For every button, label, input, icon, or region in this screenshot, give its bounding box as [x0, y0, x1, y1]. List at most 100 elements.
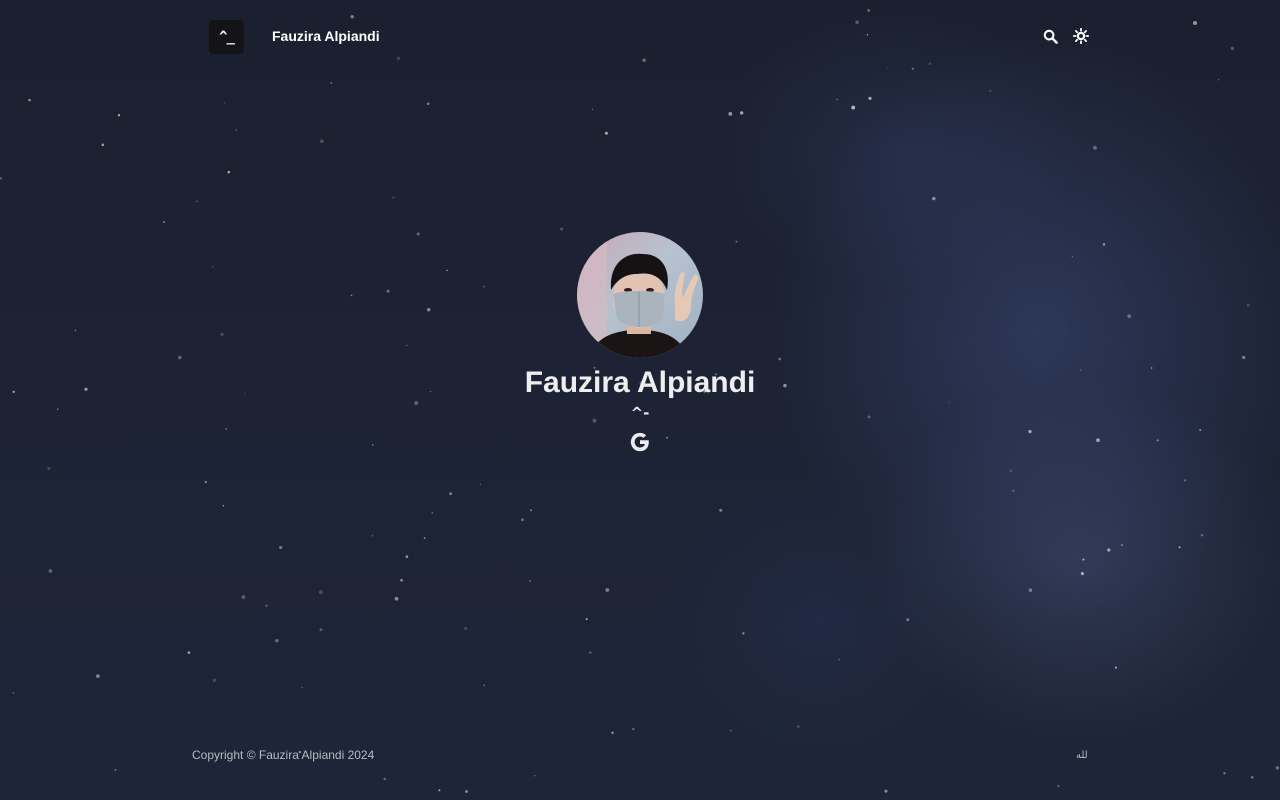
star: [1183, 479, 1187, 482]
star: [438, 789, 441, 792]
site-logo[interactable]: ^_: [209, 20, 244, 54]
star: [405, 555, 409, 558]
star: [383, 777, 386, 781]
star: [483, 684, 485, 686]
star: [1080, 572, 1084, 576]
star: [632, 727, 635, 731]
sun-icon: [1073, 28, 1089, 44]
star: [394, 596, 399, 601]
star: [1028, 588, 1033, 592]
star: [989, 90, 992, 92]
star: [868, 96, 872, 100]
star: [838, 658, 841, 661]
star: [796, 725, 800, 728]
star: [426, 102, 430, 106]
star: [585, 618, 588, 621]
star: [96, 674, 100, 678]
star: [1217, 79, 1220, 81]
star: [204, 480, 208, 484]
star: [400, 578, 403, 582]
star: [719, 508, 723, 512]
star: [740, 111, 744, 115]
star: [529, 580, 531, 582]
copyright-text: Copyright © Fauzira Alpiandi 2024: [192, 748, 375, 762]
profile-section: Fauzira Alpiandi ^-: [0, 232, 1280, 454]
star: [279, 545, 283, 550]
star: [371, 534, 374, 537]
star: [534, 774, 536, 777]
star: [605, 588, 610, 592]
star: [1009, 469, 1013, 472]
star: [1121, 544, 1123, 546]
star: [529, 509, 533, 512]
star: [851, 105, 856, 110]
avatar-photo: [577, 232, 703, 358]
site-header: ^_ Fauzira Alpiandi: [0, 0, 1280, 74]
site-title-link[interactable]: Fauzira Alpiandi: [272, 28, 380, 44]
star: [560, 227, 564, 231]
star: [1114, 666, 1117, 669]
star: [604, 131, 608, 135]
star: [1082, 558, 1085, 561]
star: [1012, 489, 1015, 492]
star: [101, 143, 105, 147]
star: [318, 590, 323, 595]
star: [1200, 533, 1204, 537]
star: [1251, 776, 1254, 779]
star: [48, 569, 53, 573]
star: [223, 102, 226, 104]
star: [47, 467, 51, 471]
theme-toggle-button[interactable]: [1072, 27, 1090, 45]
google-icon: [630, 432, 649, 452]
star: [884, 789, 888, 793]
star: [611, 731, 614, 734]
profile-subtitle: ^-: [630, 404, 650, 422]
star: [836, 98, 838, 101]
star: [28, 98, 31, 102]
search-button[interactable]: [1041, 27, 1059, 45]
profile-name: Fauzira Alpiandi: [524, 366, 756, 399]
star: [521, 518, 524, 522]
star: [1107, 548, 1111, 552]
star: [162, 221, 166, 224]
footer-mark: لله: [1076, 750, 1088, 761]
star: [12, 691, 15, 694]
star: [187, 651, 191, 654]
star: [222, 504, 225, 507]
star: [588, 651, 592, 654]
star: [730, 729, 732, 732]
star: [1093, 145, 1097, 150]
star: [1178, 546, 1181, 549]
star: [423, 537, 426, 539]
star: [235, 128, 238, 132]
star: [1223, 772, 1226, 775]
star: [196, 200, 198, 202]
star: [449, 492, 452, 496]
star: [275, 638, 279, 643]
star: [932, 196, 936, 201]
star: [319, 628, 323, 632]
star: [465, 790, 468, 793]
google-link[interactable]: [628, 430, 652, 454]
star: [0, 177, 3, 180]
star: [728, 112, 733, 116]
star: [479, 483, 482, 485]
star: [212, 678, 217, 682]
avatar: [577, 232, 703, 358]
star: [906, 618, 910, 622]
star: [1057, 784, 1060, 788]
star: [265, 604, 268, 608]
star: [320, 139, 324, 144]
star: [117, 114, 121, 117]
site-footer: Copyright © Fauzira Alpiandi 2024 لله: [0, 748, 1280, 768]
star: [301, 686, 303, 689]
star: [591, 108, 594, 111]
star: [241, 595, 246, 599]
star: [114, 769, 117, 771]
star: [227, 170, 231, 174]
star: [464, 626, 468, 631]
search-icon: [1043, 29, 1058, 44]
star: [392, 196, 395, 199]
star: [742, 632, 745, 635]
star: [431, 512, 433, 514]
